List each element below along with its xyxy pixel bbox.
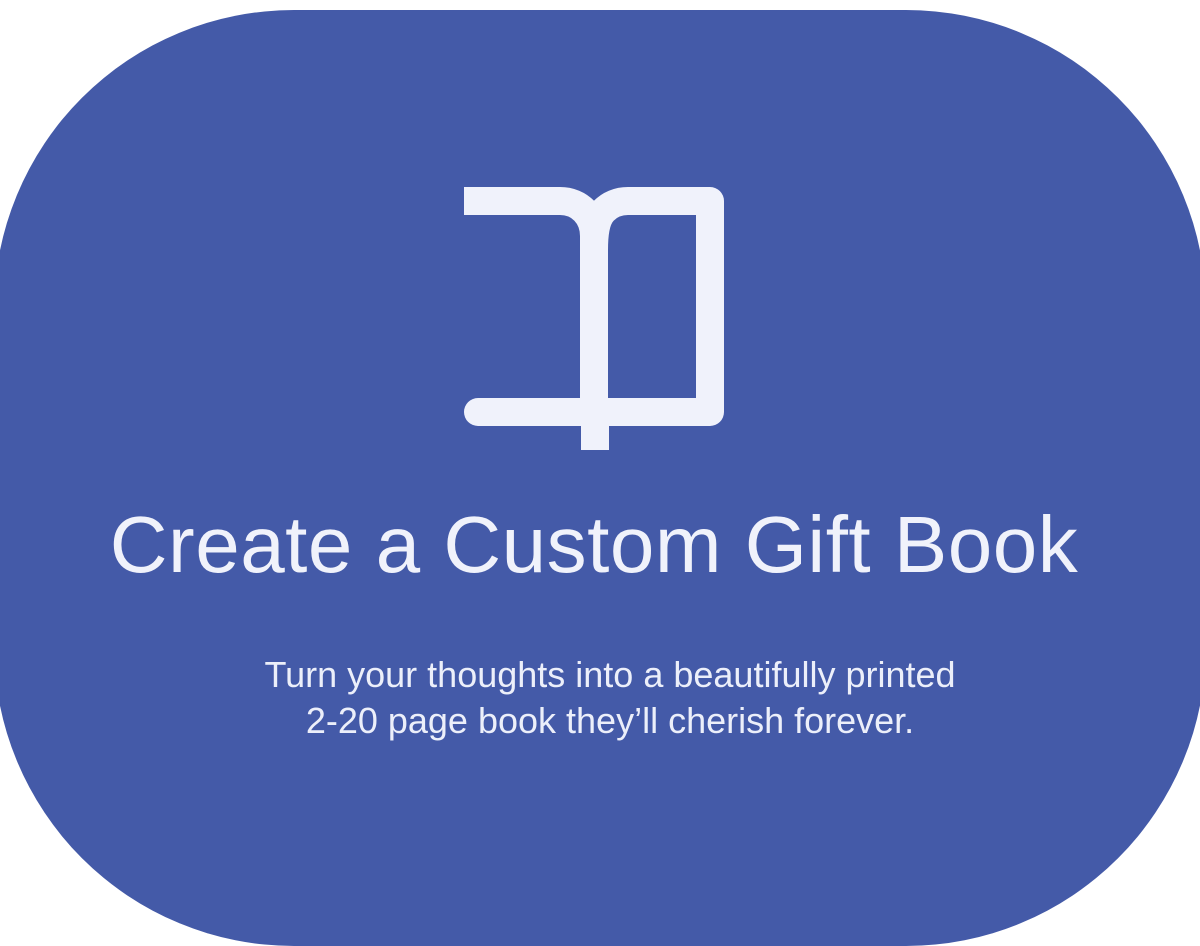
book-open-icon xyxy=(464,186,726,450)
subtitle: Turn your thoughts into a beautifully pr… xyxy=(0,652,1200,744)
subtitle-line-2: 2-20 page book they’ll cherish forever. xyxy=(305,700,915,741)
page-title: Create a Custom Gift Book xyxy=(109,500,1079,589)
hero-card: Create a Custom Gift Book Turn your thou… xyxy=(0,10,1200,946)
subtitle-line-1: Turn your thoughts into a beautifully pr… xyxy=(264,654,956,695)
